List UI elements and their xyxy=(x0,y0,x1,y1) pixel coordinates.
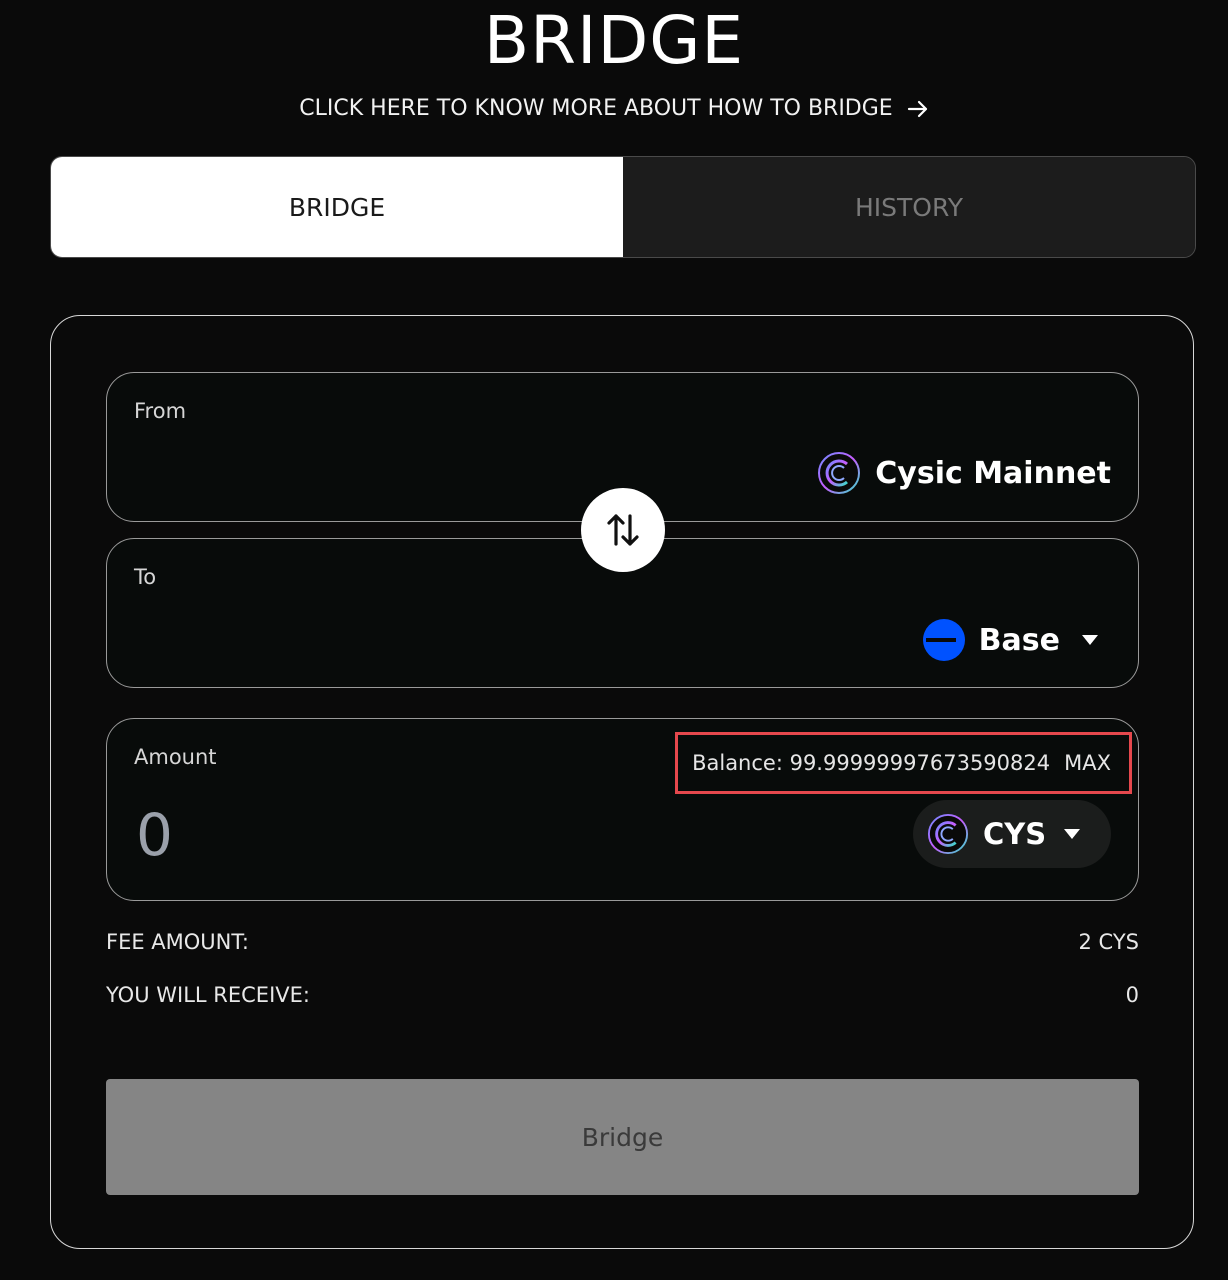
tab-bar: BRIDGE HISTORY xyxy=(50,156,1196,258)
base-logo-icon xyxy=(922,619,965,661)
tab-bridge[interactable]: BRIDGE xyxy=(51,157,623,257)
tab-history[interactable]: HISTORY xyxy=(623,157,1195,257)
amount-input[interactable] xyxy=(134,798,438,872)
how-to-bridge-text: CLICK HERE TO KNOW MORE ABOUT HOW TO BRI… xyxy=(299,96,893,121)
balance-highlight: Balance: 99.99999997673590824 MAX xyxy=(675,732,1132,794)
fee-row: FEE AMOUNT: 2 CYS xyxy=(106,930,1139,954)
fee-value: 2 CYS xyxy=(1078,930,1140,954)
max-button[interactable]: MAX xyxy=(1064,751,1111,775)
swap-direction-button[interactable] xyxy=(581,488,665,572)
cysic-token-icon xyxy=(927,813,969,855)
receive-value: 0 xyxy=(1125,983,1139,1007)
bridge-button[interactable]: Bridge xyxy=(106,1079,1139,1195)
to-chain-selector[interactable]: Base xyxy=(922,619,1098,661)
cysic-logo-icon xyxy=(818,452,861,494)
receive-label: YOU WILL RECEIVE: xyxy=(106,983,310,1007)
chevron-down-icon xyxy=(1064,829,1081,839)
fee-label: FEE AMOUNT: xyxy=(106,930,249,954)
from-label: From xyxy=(134,399,187,423)
balance-text: Balance: 99.99999997673590824 xyxy=(692,751,1051,775)
page-title: BRIDGE xyxy=(483,2,745,79)
from-chain-selector: Cysic Mainnet xyxy=(817,451,1111,495)
how-to-bridge-link[interactable]: CLICK HERE TO KNOW MORE ABOUT HOW TO BRI… xyxy=(0,96,1228,121)
token-selector[interactable]: CYS xyxy=(913,800,1111,868)
amount-label: Amount xyxy=(134,745,217,769)
chevron-down-icon xyxy=(1082,635,1098,645)
swap-arrows-icon xyxy=(607,514,639,546)
arrow-right-icon xyxy=(907,100,927,117)
from-chain-name: Cysic Mainnet xyxy=(875,455,1111,491)
receive-row: YOU WILL RECEIVE: 0 xyxy=(106,983,1139,1007)
to-label: To xyxy=(134,565,157,589)
token-name: CYS xyxy=(983,817,1047,851)
to-chain-name: Base xyxy=(978,622,1060,658)
